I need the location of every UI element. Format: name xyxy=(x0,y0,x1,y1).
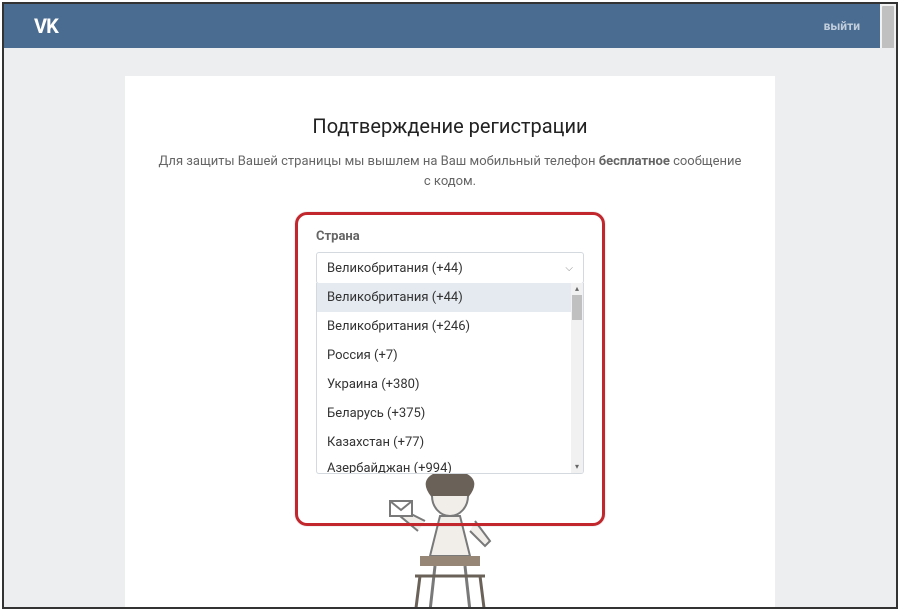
country-option[interactable]: Азербайджан (+994) xyxy=(317,457,571,473)
registration-card: Подтверждение регистрации Для защиты Ваш… xyxy=(125,76,775,609)
country-dropdown: Великобритания (+44)Великобритания (+246… xyxy=(316,283,584,474)
page-title: Подтверждение регистрации xyxy=(155,114,745,138)
country-option[interactable]: Россия (+7) xyxy=(317,341,571,370)
page-subtitle: Для защиты Вашей страницы мы вышлем на В… xyxy=(155,152,745,191)
chevron-down-icon: ⌵ xyxy=(565,263,573,274)
page-scrollbar-thumb[interactable] xyxy=(882,6,894,51)
country-select-value: Великобритания (+44) xyxy=(327,261,463,276)
country-option[interactable]: Казахстан (+77) xyxy=(317,428,571,457)
country-label: Страна xyxy=(316,229,584,244)
highlight-annotation: Страна Великобритания (+44) ⌵ Великобрит… xyxy=(295,212,605,526)
scroll-down-icon[interactable]: ▾ xyxy=(571,461,583,473)
subtitle-text-bold: бесплатное xyxy=(599,154,670,169)
vk-logo[interactable]: VK xyxy=(34,14,58,38)
page-background: Подтверждение регистрации Для защиты Ваш… xyxy=(4,48,896,607)
scroll-up-icon[interactable]: ▴ xyxy=(571,283,583,295)
country-select[interactable]: Великобритания (+44) ⌵ xyxy=(316,252,584,284)
country-option[interactable]: Беларусь (+375) xyxy=(317,399,571,428)
dropdown-scrollbar-thumb[interactable] xyxy=(572,295,582,320)
country-option[interactable]: Великобритания (+246) xyxy=(317,312,571,341)
exit-link[interactable]: выйти xyxy=(824,19,878,33)
country-option[interactable]: Великобритания (+44) xyxy=(317,283,571,312)
country-option[interactable]: Украина (+380) xyxy=(317,370,571,399)
subtitle-text-before: Для защиты Вашей страницы мы вышлем на В… xyxy=(159,154,599,169)
header: VK выйти xyxy=(4,4,896,48)
dropdown-scrollbar[interactable]: ▴ ▾ xyxy=(571,283,583,473)
